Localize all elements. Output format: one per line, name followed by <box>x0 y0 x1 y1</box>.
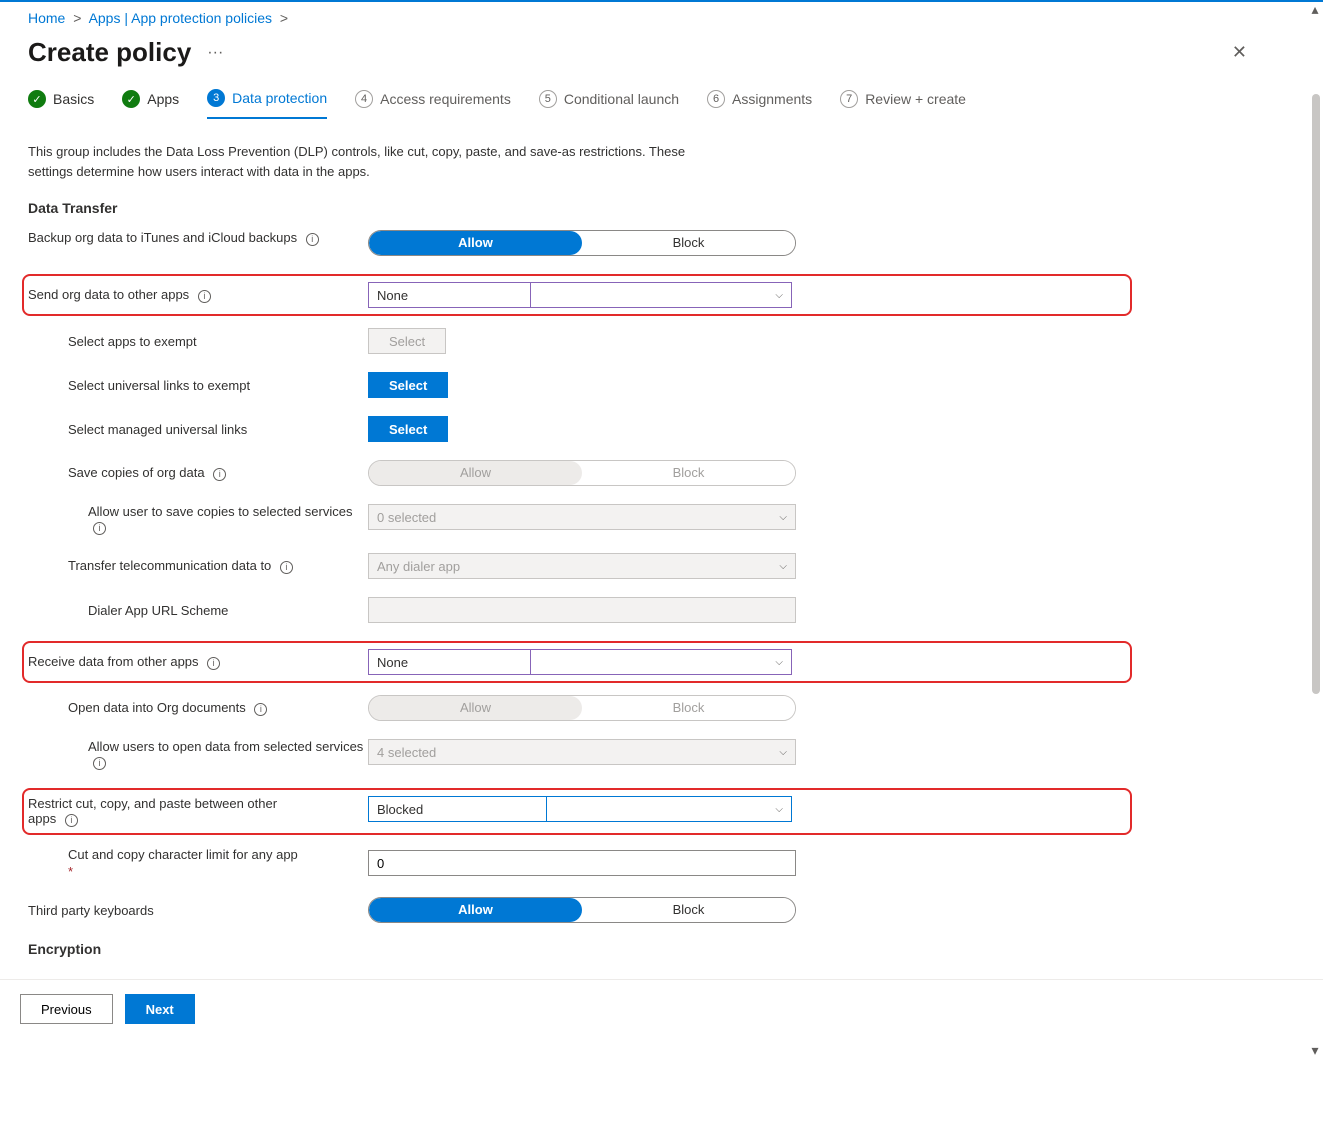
page-title: Create policy <box>28 37 191 68</box>
info-icon[interactable]: i <box>65 814 78 827</box>
dropdown-save-services: 0 selected⌵ <box>368 504 796 530</box>
step-number-icon: 7 <box>840 90 858 108</box>
breadcrumb-apps[interactable]: Apps | App protection policies <box>89 10 272 26</box>
input-dialer-url <box>368 597 796 623</box>
check-icon: ✓ <box>28 90 46 108</box>
chevron-down-icon: ⌵ <box>779 512 787 523</box>
toggle-block[interactable]: Block <box>582 231 795 255</box>
label-managed-ulinks: Select managed universal links <box>28 422 368 437</box>
description-text: This group includes the Data Loss Preven… <box>28 142 728 182</box>
info-icon[interactable]: i <box>198 290 211 303</box>
wizard-step-basics[interactable]: ✓ Basics <box>28 90 94 118</box>
input-cut-limit[interactable] <box>368 850 796 876</box>
label-dialer-url: Dialer App URL Scheme <box>28 603 368 618</box>
chevron-right-icon: > <box>69 10 85 26</box>
label-third-kb: Third party keyboards <box>28 903 368 918</box>
label-apps-exempt: Select apps to exempt <box>28 334 368 349</box>
dropdown-send-org-left[interactable]: None <box>368 282 530 308</box>
label-allow-open-services: Allow users to open data from selected s… <box>28 739 368 770</box>
breadcrumb-home[interactable]: Home <box>28 10 65 26</box>
highlight-send-org-data: Send org data to other apps i None ⌵ <box>22 274 1132 316</box>
more-actions-button[interactable]: ··· <box>203 40 227 66</box>
wizard-steps: ✓ Basics ✓ Apps 3 Data protection 4 Acce… <box>0 79 1323 120</box>
next-button[interactable]: Next <box>125 994 195 1024</box>
chevron-down-icon: ⌵ <box>779 747 787 758</box>
chevron-right-icon: > <box>276 10 292 26</box>
step-number-icon: 4 <box>355 90 373 108</box>
dropdown-transfer-tele: Any dialer app⌵ <box>368 553 796 579</box>
dropdown-restrict-left[interactable]: Blocked <box>368 796 546 822</box>
label-transfer-tele: Transfer telecommunication data to i <box>28 558 368 574</box>
label-restrict-cut: Restrict cut, copy, and paste between ot… <box>28 796 288 827</box>
step-number-icon: 5 <box>539 90 557 108</box>
info-icon[interactable]: i <box>207 657 220 670</box>
toggle-third-kb[interactable]: Allow Block <box>368 897 796 923</box>
dropdown-restrict-right[interactable]: ⌵ <box>546 796 792 822</box>
toggle-allow: Allow <box>369 461 582 485</box>
previous-button[interactable]: Previous <box>20 994 113 1024</box>
wizard-label: Assignments <box>732 91 812 107</box>
scrollbar-thumb[interactable] <box>1312 94 1320 694</box>
button-ulinks-exempt[interactable]: Select <box>368 372 448 398</box>
label-allow-save-services: Allow user to save copies to selected se… <box>28 504 368 535</box>
section-heading-data-transfer: Data Transfer <box>28 200 1132 216</box>
chevron-down-icon: ⌵ <box>775 290 783 301</box>
breadcrumb: Home > Apps | App protection policies > <box>0 2 1323 30</box>
info-icon[interactable]: i <box>306 233 319 246</box>
step-number-icon: 3 <box>207 89 225 107</box>
wizard-step-conditional-launch[interactable]: 5 Conditional launch <box>539 90 679 118</box>
wizard-step-access-requirements[interactable]: 4 Access requirements <box>355 90 511 118</box>
info-icon[interactable]: i <box>213 468 226 481</box>
wizard-step-apps[interactable]: ✓ Apps <box>122 90 179 118</box>
chevron-down-icon: ⌵ <box>779 561 787 572</box>
info-icon[interactable]: i <box>93 757 106 770</box>
check-icon: ✓ <box>122 90 140 108</box>
info-icon[interactable]: i <box>280 561 293 574</box>
scroll-up-arrow[interactable]: ▴ <box>1307 2 1323 16</box>
close-button[interactable]: ✕ <box>1224 34 1255 71</box>
label-save-copies: Save copies of org data i <box>28 465 368 481</box>
dropdown-receive-left[interactable]: None <box>368 649 530 675</box>
label-send-org-data: Send org data to other apps i <box>28 287 368 303</box>
wizard-label: Data protection <box>232 90 327 106</box>
button-apps-exempt: Select <box>368 328 446 354</box>
toggle-block: Block <box>582 696 795 720</box>
toggle-backup[interactable]: Allow Block <box>368 230 796 256</box>
wizard-step-assignments[interactable]: 6 Assignments <box>707 90 812 118</box>
wizard-label: Conditional launch <box>564 91 679 107</box>
dropdown-send-org-right[interactable]: ⌵ <box>530 282 792 308</box>
toggle-allow: Allow <box>369 696 582 720</box>
info-icon[interactable]: i <box>93 522 106 535</box>
wizard-label: Apps <box>147 91 179 107</box>
toggle-allow[interactable]: Allow <box>369 898 582 922</box>
highlight-receive-data: Receive data from other apps i None ⌵ <box>22 641 1132 683</box>
label-backup: Backup org data to iTunes and iCloud bac… <box>28 230 368 246</box>
dropdown-receive-right[interactable]: ⌵ <box>530 649 792 675</box>
toggle-allow[interactable]: Allow <box>369 231 582 255</box>
scroll-down-arrow[interactable]: ▾ <box>1307 1043 1323 1057</box>
label-open-org: Open data into Org documents i <box>28 700 368 716</box>
label-ulinks-exempt: Select universal links to exempt <box>28 378 368 393</box>
chevron-down-icon: ⌵ <box>775 804 783 815</box>
highlight-restrict-cut: Restrict cut, copy, and paste between ot… <box>22 788 1132 835</box>
footer-bar: Previous Next <box>0 979 1323 1038</box>
section-heading-encryption: Encryption <box>28 941 1132 957</box>
toggle-open-org: Allow Block <box>368 695 796 721</box>
chevron-down-icon: ⌵ <box>775 657 783 668</box>
label-cut-limit: Cut and copy character limit for any app… <box>28 847 368 879</box>
wizard-step-data-protection[interactable]: 3 Data protection <box>207 89 327 119</box>
wizard-step-review[interactable]: 7 Review + create <box>840 90 966 118</box>
toggle-save-copies: Allow Block <box>368 460 796 486</box>
wizard-label: Review + create <box>865 91 966 107</box>
wizard-label: Access requirements <box>380 91 511 107</box>
label-receive-data: Receive data from other apps i <box>28 654 368 670</box>
toggle-block[interactable]: Block <box>582 898 795 922</box>
toggle-block: Block <box>582 461 795 485</box>
button-managed-ulinks[interactable]: Select <box>368 416 448 442</box>
wizard-label: Basics <box>53 91 94 107</box>
info-icon[interactable]: i <box>254 703 267 716</box>
dropdown-open-services: 4 selected⌵ <box>368 739 796 765</box>
step-number-icon: 6 <box>707 90 725 108</box>
